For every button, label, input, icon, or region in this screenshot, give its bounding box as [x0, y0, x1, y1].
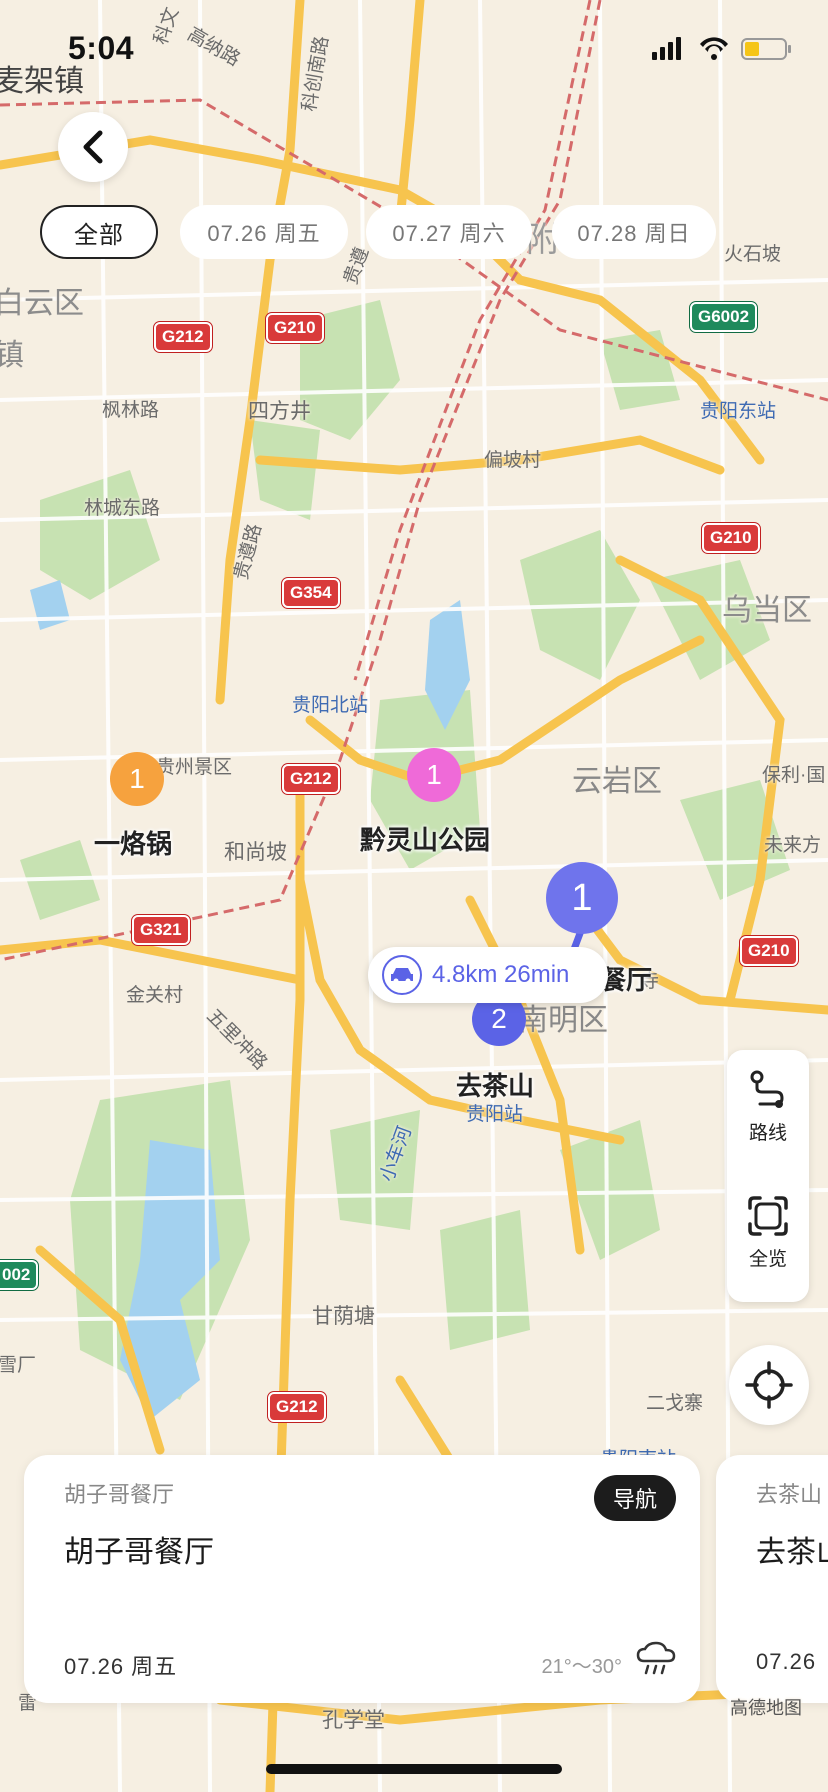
map-label: 二戈寨 [646, 1393, 704, 1414]
map-label: 偏坡村 [484, 450, 542, 471]
rain-cloud-icon [636, 1641, 676, 1675]
wifi-icon [700, 37, 728, 60]
locate-icon [745, 1361, 793, 1409]
tab-date[interactable]: 07.27 周六 [366, 205, 532, 259]
back-button[interactable] [58, 112, 128, 182]
card-title: 胡子哥餐厅 [64, 1536, 214, 1569]
card-title: 去茶山 [756, 1536, 828, 1569]
map-label: 未来方 [764, 835, 822, 856]
highway-badge: G212 [282, 764, 340, 794]
highway-badge: G210 [740, 936, 798, 966]
navigate-button[interactable]: 导航 [594, 1475, 676, 1521]
overview-button[interactable]: 全览 [727, 1194, 809, 1271]
map-controls-panel: 路线 全览 [727, 1050, 809, 1302]
home-indicator[interactable] [266, 1764, 562, 1774]
map-label: 镇 [0, 339, 24, 372]
highway-badge: G6002 [690, 302, 758, 332]
card-subtitle: 胡子哥餐厅 [64, 1482, 175, 1507]
signal-icon [652, 37, 681, 60]
route-button[interactable]: 路线 [727, 1068, 809, 1145]
card-weather: 21°～30° [541, 1656, 623, 1678]
highway-badge: G210 [266, 313, 324, 343]
car-icon [382, 955, 422, 995]
map-label: 保利·国 [762, 765, 826, 786]
card-date: 07.26 周五 [64, 1654, 178, 1679]
tab-date[interactable]: 07.28 周日 [552, 205, 716, 259]
map-label: 林城东路 [84, 498, 161, 519]
station-label: 贵阳北站 [292, 695, 369, 716]
map-label: 火石坡 [724, 244, 782, 265]
place-name[interactable]: 黔灵山公园 [360, 820, 490, 857]
map-label: 白云区 [0, 287, 84, 320]
highway-badge: 002 [0, 1260, 39, 1290]
map-brand: 高德地图 [730, 1698, 802, 1718]
overview-label: 全览 [748, 1249, 787, 1270]
map-label: 金关村 [126, 985, 184, 1006]
overview-icon [748, 1196, 788, 1236]
map-label: 和尚坡 [224, 841, 287, 864]
map-label: 枫林路 [102, 400, 160, 421]
route-label: 路线 [748, 1123, 787, 1144]
station-label: 贵阳东站 [700, 401, 777, 422]
back-arrow-icon [83, 130, 103, 164]
place-name[interactable]: 去茶山 [456, 1066, 534, 1103]
map-label: 四方井 [248, 400, 311, 423]
battery-icon [741, 38, 791, 60]
place-name[interactable]: 一烙锅 [94, 824, 172, 861]
highway-badge: G212 [154, 322, 212, 352]
day-marker[interactable]: 1 [407, 748, 461, 802]
highway-badge: G354 [282, 578, 340, 608]
highway-badge: G210 [702, 523, 760, 553]
highway-badge: G212 [268, 1392, 326, 1422]
route-info-pill[interactable]: 4.8km 26min [368, 947, 608, 1003]
map-label: 乌当区 [722, 594, 812, 627]
day-marker[interactable]: 1 [546, 862, 618, 934]
poi-card[interactable]: 去茶山 去茶山 07.26 [716, 1455, 828, 1703]
locate-button[interactable] [729, 1345, 809, 1425]
map-label: 贵州景区 [156, 757, 233, 778]
highway-badge: G321 [132, 915, 190, 945]
tab-all[interactable]: 全部 [40, 205, 158, 259]
map-label: 孔学堂 [322, 1709, 385, 1732]
map-label: 云岩区 [572, 765, 662, 798]
card-subtitle: 去茶山 [756, 1482, 823, 1507]
status-icons [648, 34, 798, 62]
status-time: 5:04 [68, 30, 135, 66]
route-icon [750, 1070, 784, 1108]
poi-card[interactable]: 胡子哥餐厅 胡子哥餐厅 导航 07.26 周五 21°～30° [24, 1455, 700, 1703]
day-marker[interactable]: 1 [110, 752, 164, 806]
station-label: 贵阳站 [466, 1104, 524, 1125]
place-name[interactable]: 餐厅 [600, 960, 652, 997]
tab-date[interactable]: 07.26 周五 [180, 205, 348, 259]
map-label: 甘荫塘 [312, 1305, 375, 1328]
map-label: 雪厂 [0, 1355, 37, 1376]
route-text: 4.8km 26min [432, 961, 570, 988]
card-date: 07.26 [756, 1649, 817, 1674]
